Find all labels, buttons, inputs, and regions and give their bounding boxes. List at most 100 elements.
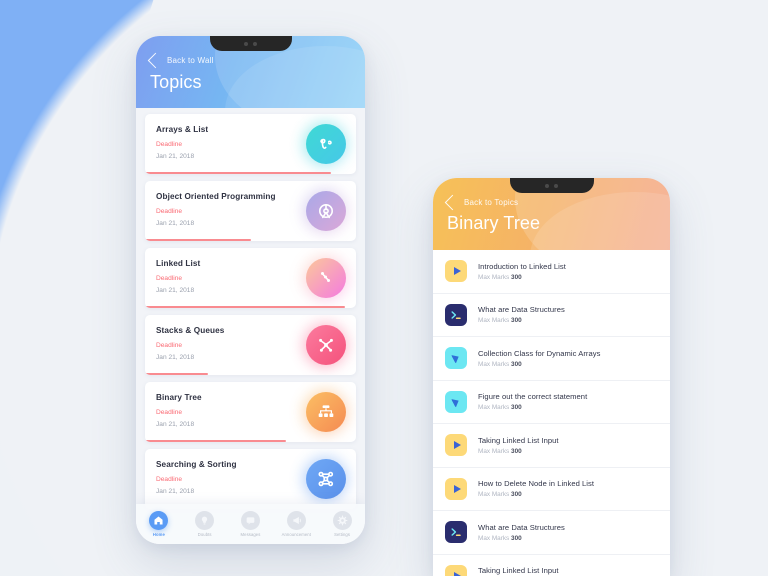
play-icon bbox=[445, 477, 467, 500]
topic-progress-track bbox=[145, 238, 356, 241]
topic-card[interactable]: Stacks & Queues Deadline Jan 21, 2018 bbox=[145, 315, 356, 375]
back-button-label: Back to Topics bbox=[464, 198, 519, 207]
page-title: Topics bbox=[150, 72, 202, 92]
lesson-max-marks: Max Marks 300 bbox=[478, 535, 565, 542]
lesson-row[interactable]: Introduction to Linked List Max Marks 300 bbox=[433, 250, 670, 294]
graph-nodes-icon bbox=[306, 459, 346, 499]
topic-card[interactable]: Linked List Deadline Jan 21, 2018 bbox=[145, 248, 356, 308]
phone-notch bbox=[509, 178, 594, 193]
chevron-left-icon bbox=[444, 194, 461, 211]
gear-icon bbox=[332, 511, 352, 530]
topic-card[interactable]: Object Oriented Programming Deadline Jan 2… bbox=[145, 181, 356, 241]
camera-dot-icon bbox=[545, 183, 549, 188]
phone-binary-tree: Back to Topics Binary Tree Introduction … bbox=[433, 178, 670, 576]
max-marks-value: 300 bbox=[511, 360, 522, 368]
quiz-flag-icon bbox=[451, 395, 461, 408]
chain-dots-icon bbox=[306, 258, 346, 298]
lesson-row[interactable]: Taking Linked List InputMax Marks 300 bbox=[433, 555, 670, 576]
topic-progress-fill bbox=[145, 372, 209, 375]
max-marks-value: 300 bbox=[511, 404, 522, 412]
topic-card[interactable]: Binary Tree Deadline Jan 21, 2018 bbox=[145, 382, 356, 442]
topic-deadline-label: Deadline bbox=[156, 208, 183, 215]
topic-progress-track bbox=[145, 372, 356, 375]
tab-label: Doubts bbox=[197, 532, 212, 537]
lesson-row[interactable]: Collection Class for Dynamic Arrays Max M… bbox=[433, 337, 670, 381]
lesson-row[interactable]: Taking Linked List InputMax Marks 300 bbox=[433, 424, 670, 468]
terminal-icon bbox=[445, 303, 467, 326]
lesson-title: Taking Linked List Input bbox=[478, 566, 559, 576]
tab-messages[interactable]: Messages bbox=[228, 511, 274, 537]
lesson-title: Introduction to Linked List bbox=[478, 261, 566, 271]
max-marks-label: Max Marks bbox=[478, 447, 510, 455]
topics-list[interactable]: Arrays & List Deadline Jan 21, 2018 Object … bbox=[136, 108, 365, 544]
back-to-topics-button[interactable]: Back to Topics bbox=[444, 194, 519, 211]
play-icon bbox=[445, 260, 467, 283]
chevron-left-icon bbox=[147, 52, 164, 69]
lesson-max-marks: Max Marks 300 bbox=[478, 404, 587, 411]
topic-progress-track bbox=[145, 439, 356, 442]
terminal-glyph bbox=[451, 528, 461, 537]
tab-home[interactable]: Home bbox=[136, 511, 182, 537]
tab-settings[interactable]: Settings bbox=[319, 511, 365, 537]
lesson-row[interactable]: Figure out the correct statement Max Mark… bbox=[433, 381, 670, 424]
back-to-wall-button[interactable]: Back to Wall bbox=[147, 52, 214, 69]
lessons-list[interactable]: Introduction to Linked List Max Marks 300… bbox=[433, 250, 670, 576]
tree-hierarchy-icon bbox=[306, 392, 346, 432]
max-marks-label: Max Marks bbox=[478, 534, 510, 542]
lesson-title: Taking Linked List Input bbox=[478, 435, 559, 445]
lesson-title: What are Data Structures bbox=[478, 305, 565, 315]
bottom-tabbar[interactable]: Home Doubts Messages Announcement Settings bbox=[136, 504, 365, 544]
lesson-max-marks: Max Marks 300 bbox=[478, 491, 594, 498]
tab-announcement[interactable]: Announcement bbox=[273, 511, 319, 537]
lesson-row[interactable]: How to Delete Node in Linked List Max Mar… bbox=[433, 468, 670, 511]
max-marks-value: 300 bbox=[511, 273, 522, 281]
topic-title: Arrays & List bbox=[156, 125, 209, 134]
topic-card[interactable]: Arrays & List Deadline Jan 21, 2018 bbox=[145, 114, 356, 174]
page-title: Binary Tree bbox=[447, 213, 541, 233]
header-wave-shape bbox=[225, 46, 365, 108]
play-triangle-icon bbox=[453, 267, 461, 276]
topic-deadline-date: Jan 21, 2018 bbox=[156, 153, 195, 160]
topic-deadline-label: Deadline bbox=[156, 141, 183, 148]
play-icon bbox=[445, 564, 467, 576]
camera-dot-icon bbox=[244, 41, 248, 46]
play-triangle-icon bbox=[453, 441, 461, 450]
topic-deadline-date: Jan 21, 2018 bbox=[156, 220, 195, 227]
max-marks-value: 300 bbox=[511, 317, 522, 325]
topic-progress-fill bbox=[145, 171, 331, 174]
home-icon bbox=[149, 511, 169, 530]
chat-icon bbox=[240, 511, 260, 530]
play-triangle-icon bbox=[453, 571, 461, 576]
question-bulb-icon bbox=[195, 511, 215, 530]
topic-title: Searching & Sorting bbox=[156, 460, 237, 469]
tab-label: Announcement bbox=[281, 532, 311, 537]
tab-doubts[interactable]: Doubts bbox=[182, 511, 228, 537]
quiz-flag-icon bbox=[451, 352, 461, 365]
lesson-row[interactable]: What are Data Structures Max Marks 300 bbox=[433, 511, 670, 555]
max-marks-value: 300 bbox=[511, 534, 522, 542]
tab-label: Home bbox=[152, 532, 165, 537]
topic-progress-fill bbox=[145, 305, 346, 308]
phone-notch bbox=[209, 36, 292, 51]
play-icon bbox=[445, 434, 467, 457]
quiz-icon bbox=[445, 347, 467, 370]
app-mockup-canvas: Back to Wall Topics Arrays & List Deadlin… bbox=[0, 0, 768, 576]
lesson-title: Figure out the correct statement bbox=[478, 392, 588, 402]
header-wave-shape bbox=[530, 192, 670, 250]
max-marks-label: Max Marks bbox=[478, 360, 510, 368]
topic-title: Object Oriented Programming bbox=[156, 192, 276, 201]
lesson-max-marks: Max Marks 300 bbox=[478, 274, 566, 281]
binary-tree-header: Back to Topics Binary Tree bbox=[433, 178, 670, 250]
max-marks-label: Max Marks bbox=[478, 317, 510, 325]
topic-card[interactable]: Searching & Sorting Deadline Jan 21, 2018 bbox=[145, 449, 356, 509]
lesson-row[interactable]: What are Data Structures Max Marks 300 bbox=[433, 294, 670, 337]
topic-progress-fill bbox=[145, 238, 251, 241]
squiggle-icon bbox=[306, 124, 346, 164]
topic-progress-track bbox=[145, 171, 356, 174]
tab-label: Settings bbox=[334, 532, 351, 537]
topic-deadline-date: Jan 21, 2018 bbox=[156, 488, 195, 495]
max-marks-label: Max Marks bbox=[478, 491, 510, 499]
lesson-title: How to Delete Node in Linked List bbox=[478, 479, 595, 489]
terminal-glyph bbox=[451, 311, 461, 319]
max-marks-label: Max Marks bbox=[478, 404, 510, 412]
